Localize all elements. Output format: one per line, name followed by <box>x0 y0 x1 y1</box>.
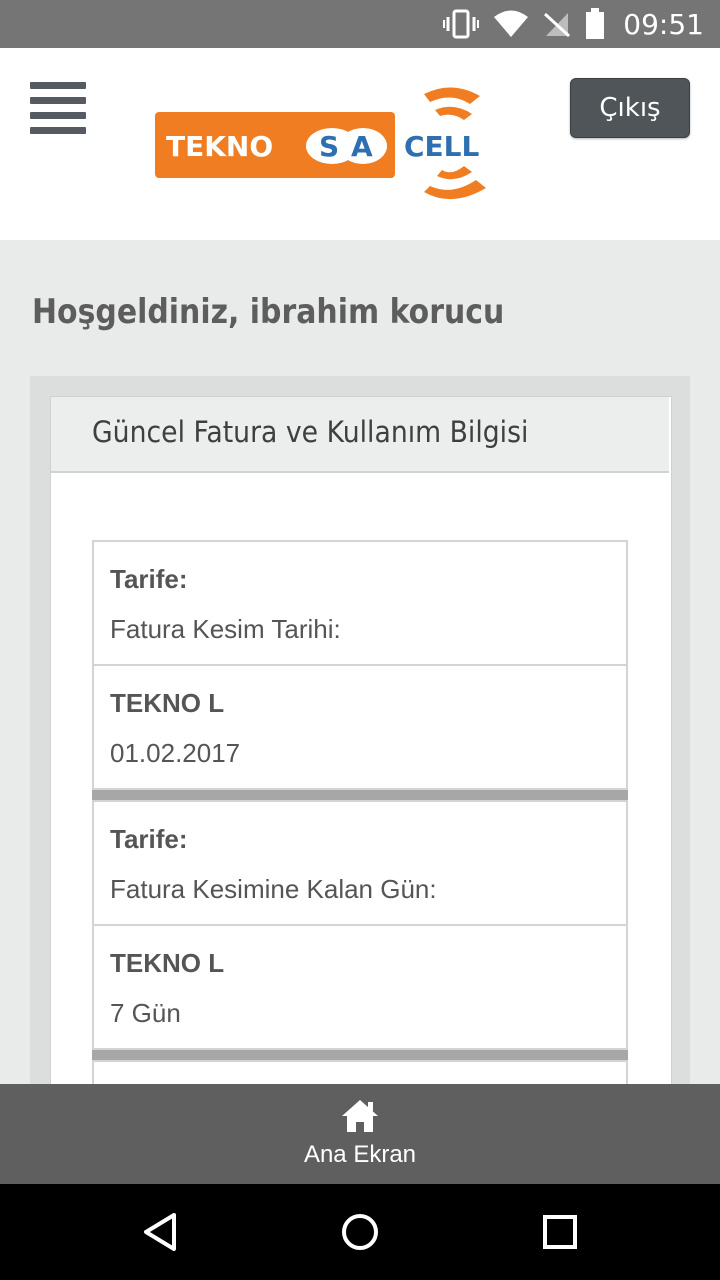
label-row: Tarife: Fatura Kesim Tarihi: <box>94 542 626 666</box>
svg-text:A: A <box>351 130 373 163</box>
value-row: TEKNO L 01.02.2017 <box>94 666 626 790</box>
info-block: Tarife: Fatura Kesim Tarihi: TEKNO L 01.… <box>92 540 628 790</box>
bill-date-label: Fatura Kesim Tarihi: <box>110 614 341 644</box>
battery-icon <box>586 8 605 39</box>
label-row: Tarife: Fatura Kesimine Kalan Gün: <box>94 802 626 926</box>
tariff-value: TEKNO L <box>110 688 225 718</box>
tariff-value: TEKNO L <box>110 948 225 978</box>
system-nav-bar <box>0 1184 720 1280</box>
home-button-icon[interactable] <box>340 1212 380 1252</box>
logout-button[interactable]: Çıkış <box>570 78 690 138</box>
teknosa-cell-logo: TEKNO S A CELL <box>155 87 486 200</box>
status-time: 09:51 <box>623 7 704 41</box>
status-bar: 09:51 <box>0 0 720 48</box>
back-icon[interactable] <box>140 1212 180 1252</box>
svg-text:CELL: CELL <box>404 130 480 163</box>
card-header: Güncel Fatura ve Kullanım Bilgisi <box>51 397 669 473</box>
recents-icon[interactable] <box>542 1214 578 1250</box>
block-separator <box>92 1050 628 1060</box>
block-separator <box>92 790 628 800</box>
card-title: Güncel Fatura ve Kullanım Bilgisi <box>92 415 529 449</box>
menu-icon[interactable] <box>30 82 86 134</box>
days-left-value: 7 Gün <box>110 998 181 1028</box>
svg-text:S: S <box>319 130 339 163</box>
value-row: TEKNO L 7 Gün <box>94 926 626 1050</box>
home-label[interactable]: Ana Ekran <box>0 1141 720 1169</box>
info-block: Tarife: Fatura Kesimine Kalan Gün: TEKNO… <box>92 800 628 1050</box>
vibrate-icon <box>443 9 480 39</box>
days-left-label: Fatura Kesimine Kalan Gün: <box>110 874 437 904</box>
wifi-icon <box>494 10 529 37</box>
tariff-label: Tarife: <box>110 564 188 594</box>
welcome-message: Hoşgeldiniz, ibrahim korucu <box>32 292 505 332</box>
no-sim-icon <box>544 12 571 38</box>
tariff-label: Tarife: <box>110 824 188 854</box>
home-icon[interactable] <box>340 1098 380 1134</box>
svg-text:TEKNO: TEKNO <box>166 130 273 163</box>
invoice-table: Tarife: Fatura Kesim Tarihi: TEKNO L 01.… <box>92 540 628 1102</box>
bill-date-value: 01.02.2017 <box>110 738 241 768</box>
